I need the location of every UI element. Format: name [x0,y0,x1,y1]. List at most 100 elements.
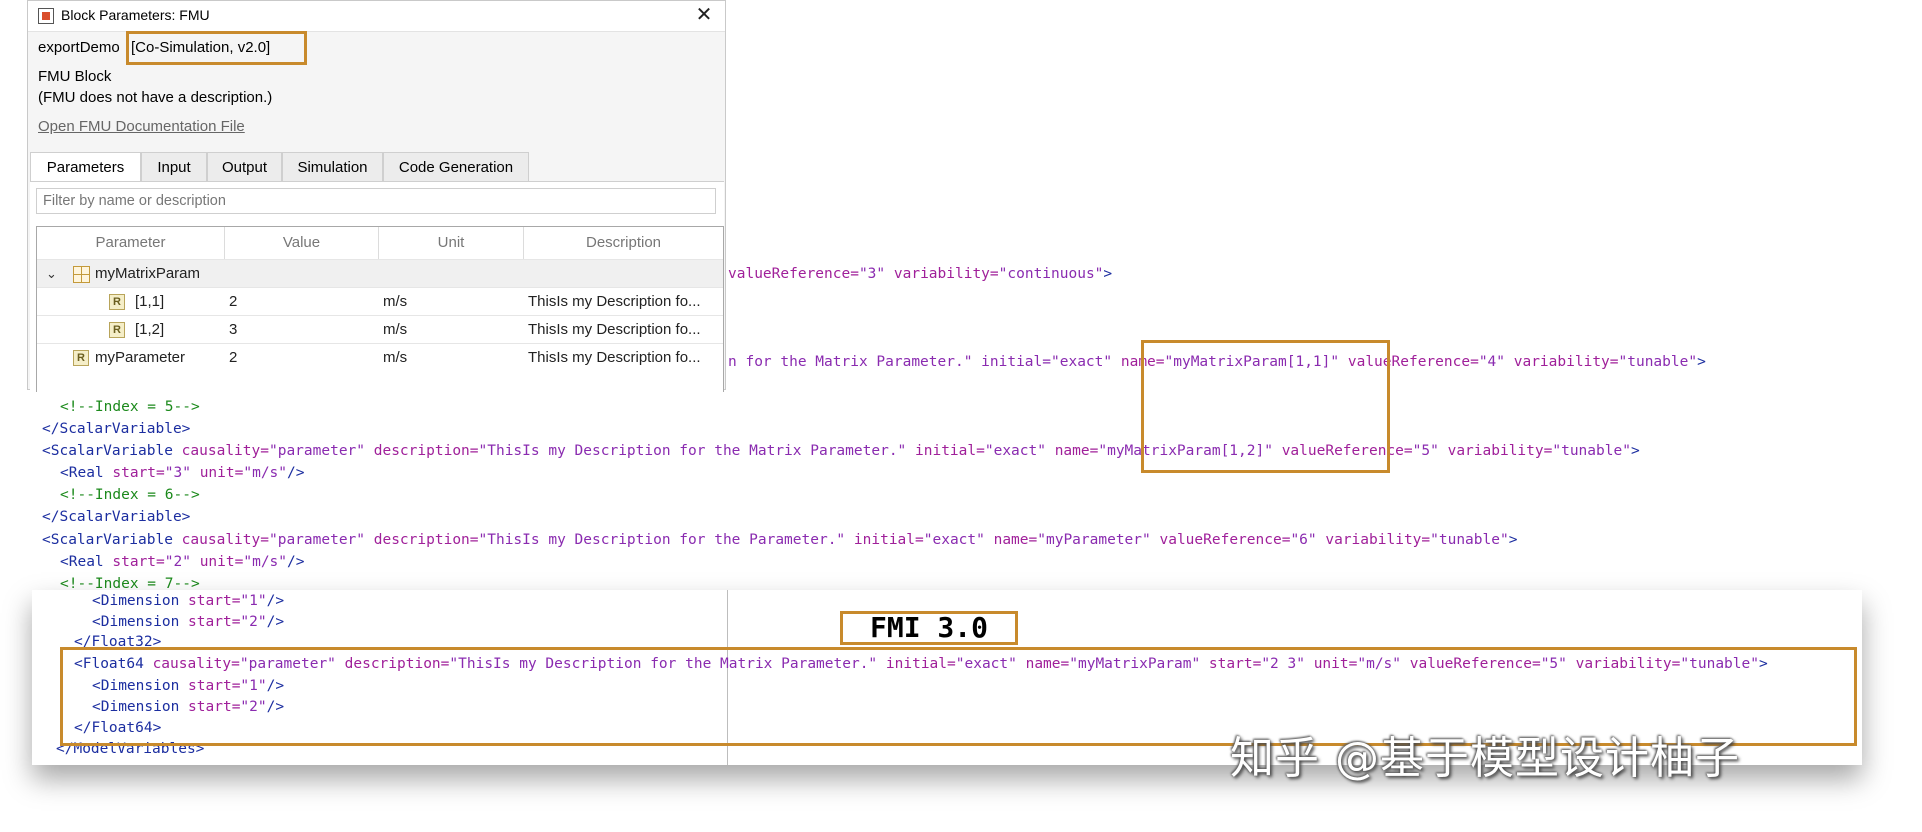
fmu-description: (FMU does not have a description.) [38,89,273,106]
code-token: "2" [164,554,191,570]
table-row[interactable]: R [1,1] 2 m/s ThisIs my Description fo..… [37,287,723,316]
fmu-name: exportDemo [38,39,120,56]
code-token: /> [287,554,305,570]
code-token: valueReference= [728,266,859,282]
param-value[interactable]: 2 [229,288,374,316]
block-parameters-dialog: Block Parameters: FMU ✕ exportDemo [Co-S… [27,0,726,392]
code-token: start= [179,614,241,630]
code-token: > [1630,443,1640,459]
code-token: initial= [906,443,985,459]
code-token: > [1103,266,1113,282]
code-token: "tunable" [1430,532,1509,548]
code-token: "6" [1290,532,1317,548]
param-description: ThisIs my Description fo... [528,293,701,310]
close-icon[interactable]: ✕ [691,2,717,28]
dialog-title-bar[interactable]: Block Parameters: FMU ✕ [28,1,725,32]
tab-input[interactable]: Input [141,152,207,181]
code-line: <Dimension start="2"/> [92,612,284,633]
matrix-icon [73,266,90,283]
tab-code-generation[interactable]: Code Generation [383,152,529,181]
code-line: <Real start="2" unit="m/s"/> [60,552,304,572]
code-token: "continuous" [998,266,1104,282]
name-attribute-highlight [1141,340,1390,473]
watermark: 知乎 @基于模型设计柚子 [1230,733,1740,784]
param-unit: m/s [383,293,408,310]
tab-output[interactable]: Output [207,152,282,181]
code-token: name= [984,532,1038,548]
code-line: </ScalarVariable> [42,509,191,525]
code-token: "tunable" [1552,443,1631,459]
code-token: initial= [845,532,924,548]
open-documentation-link[interactable]: Open FMU Documentation File [38,118,245,135]
code-token: causality= [172,532,269,548]
code-token: start= [103,554,165,570]
tab-simulation[interactable]: Simulation [282,152,383,181]
group-name: myMatrixParam [95,265,201,282]
code-token: "parameter" [268,443,366,459]
code-line: <Dimension start="1"/> [92,591,284,612]
parameter-table: Parameter Value Unit Description ⌄ myMat… [36,226,724,392]
fmi3-label: FMI 3.0 [840,611,1018,645]
code-token: description= [365,532,479,548]
param-name: [1,2] [135,321,165,338]
real-type-icon: R [109,294,125,310]
code-token: "2" [240,614,267,630]
code-line: <Real start="3" unit="m/s"/> [60,463,304,483]
code-token: "m/s" [243,465,288,481]
code-token: variability= [885,266,999,282]
code-token: > [1697,354,1706,370]
code-token: "4" [1478,354,1506,370]
code-token: start= [103,465,165,481]
chevron-down-icon[interactable]: ⌄ [46,260,57,288]
param-value[interactable]: 3 [229,316,374,344]
column-header-parameter[interactable]: Parameter [37,227,225,259]
code-token: start= [179,593,241,609]
simulink-block-icon [38,8,54,24]
code-token: n for the Matrix Parameter." initial= [728,354,1052,370]
code-token: > [1508,532,1518,548]
code-token: name= [1045,443,1099,459]
code-token: <ScalarVariable [42,532,173,548]
code-token: "myParameter" [1037,532,1151,548]
code-token: unit= [190,554,244,570]
param-name: myParameter [95,349,186,366]
code-line: <ScalarVariable causality="parameter" de… [42,441,1640,461]
code-comment: <!--Index = 5--> [60,399,200,415]
real-type-icon: R [109,322,125,338]
column-header-description[interactable]: Description [524,227,723,259]
param-unit: m/s [383,349,408,366]
code-token: /> [266,593,285,609]
code-token: "m/s" [243,554,288,570]
code-token: /> [287,465,305,481]
code-token: description= [365,443,479,459]
code-line: </ScalarVariable> [42,421,191,437]
parameters-panel: Filter by name or description Parameter … [30,181,724,392]
code-token: <Real [60,465,104,481]
table-group-row[interactable]: ⌄ myMatrixParam [37,259,723,288]
table-row[interactable]: R myParameter 2 m/s ThisIs my Descriptio… [37,343,723,372]
code-token: causality= [172,443,269,459]
fmu-version-highlight [126,31,307,65]
code-token: "3" [858,266,886,282]
code-token: /> [266,614,285,630]
code-comment: <!--Index = 6--> [60,487,200,503]
code-token: "1" [240,593,267,609]
code-token: "5" [1412,443,1439,459]
param-description: ThisIs my Description fo... [528,321,701,338]
table-row[interactable]: R [1,2] 3 m/s ThisIs my Description fo..… [37,315,723,344]
code-token: variability= [1505,354,1619,370]
column-header-unit[interactable]: Unit [379,227,524,259]
param-description: ThisIs my Description fo... [528,349,701,366]
filter-input[interactable]: Filter by name or description [36,188,716,214]
code-token: variability= [1316,532,1431,548]
param-unit: m/s [383,321,408,338]
param-value[interactable]: 2 [229,344,374,372]
code-token: "exact" [984,443,1046,459]
code-token: unit= [190,465,244,481]
tab-parameters[interactable]: Parameters [30,152,141,182]
dialog-title: Block Parameters: FMU [61,7,210,23]
column-header-value[interactable]: Value [225,227,379,259]
real-type-icon: R [73,350,89,366]
code-line: <ScalarVariable causality="parameter" de… [42,530,1517,550]
code-token: "ThisIs my Description for the Matrix Pa… [478,443,907,459]
